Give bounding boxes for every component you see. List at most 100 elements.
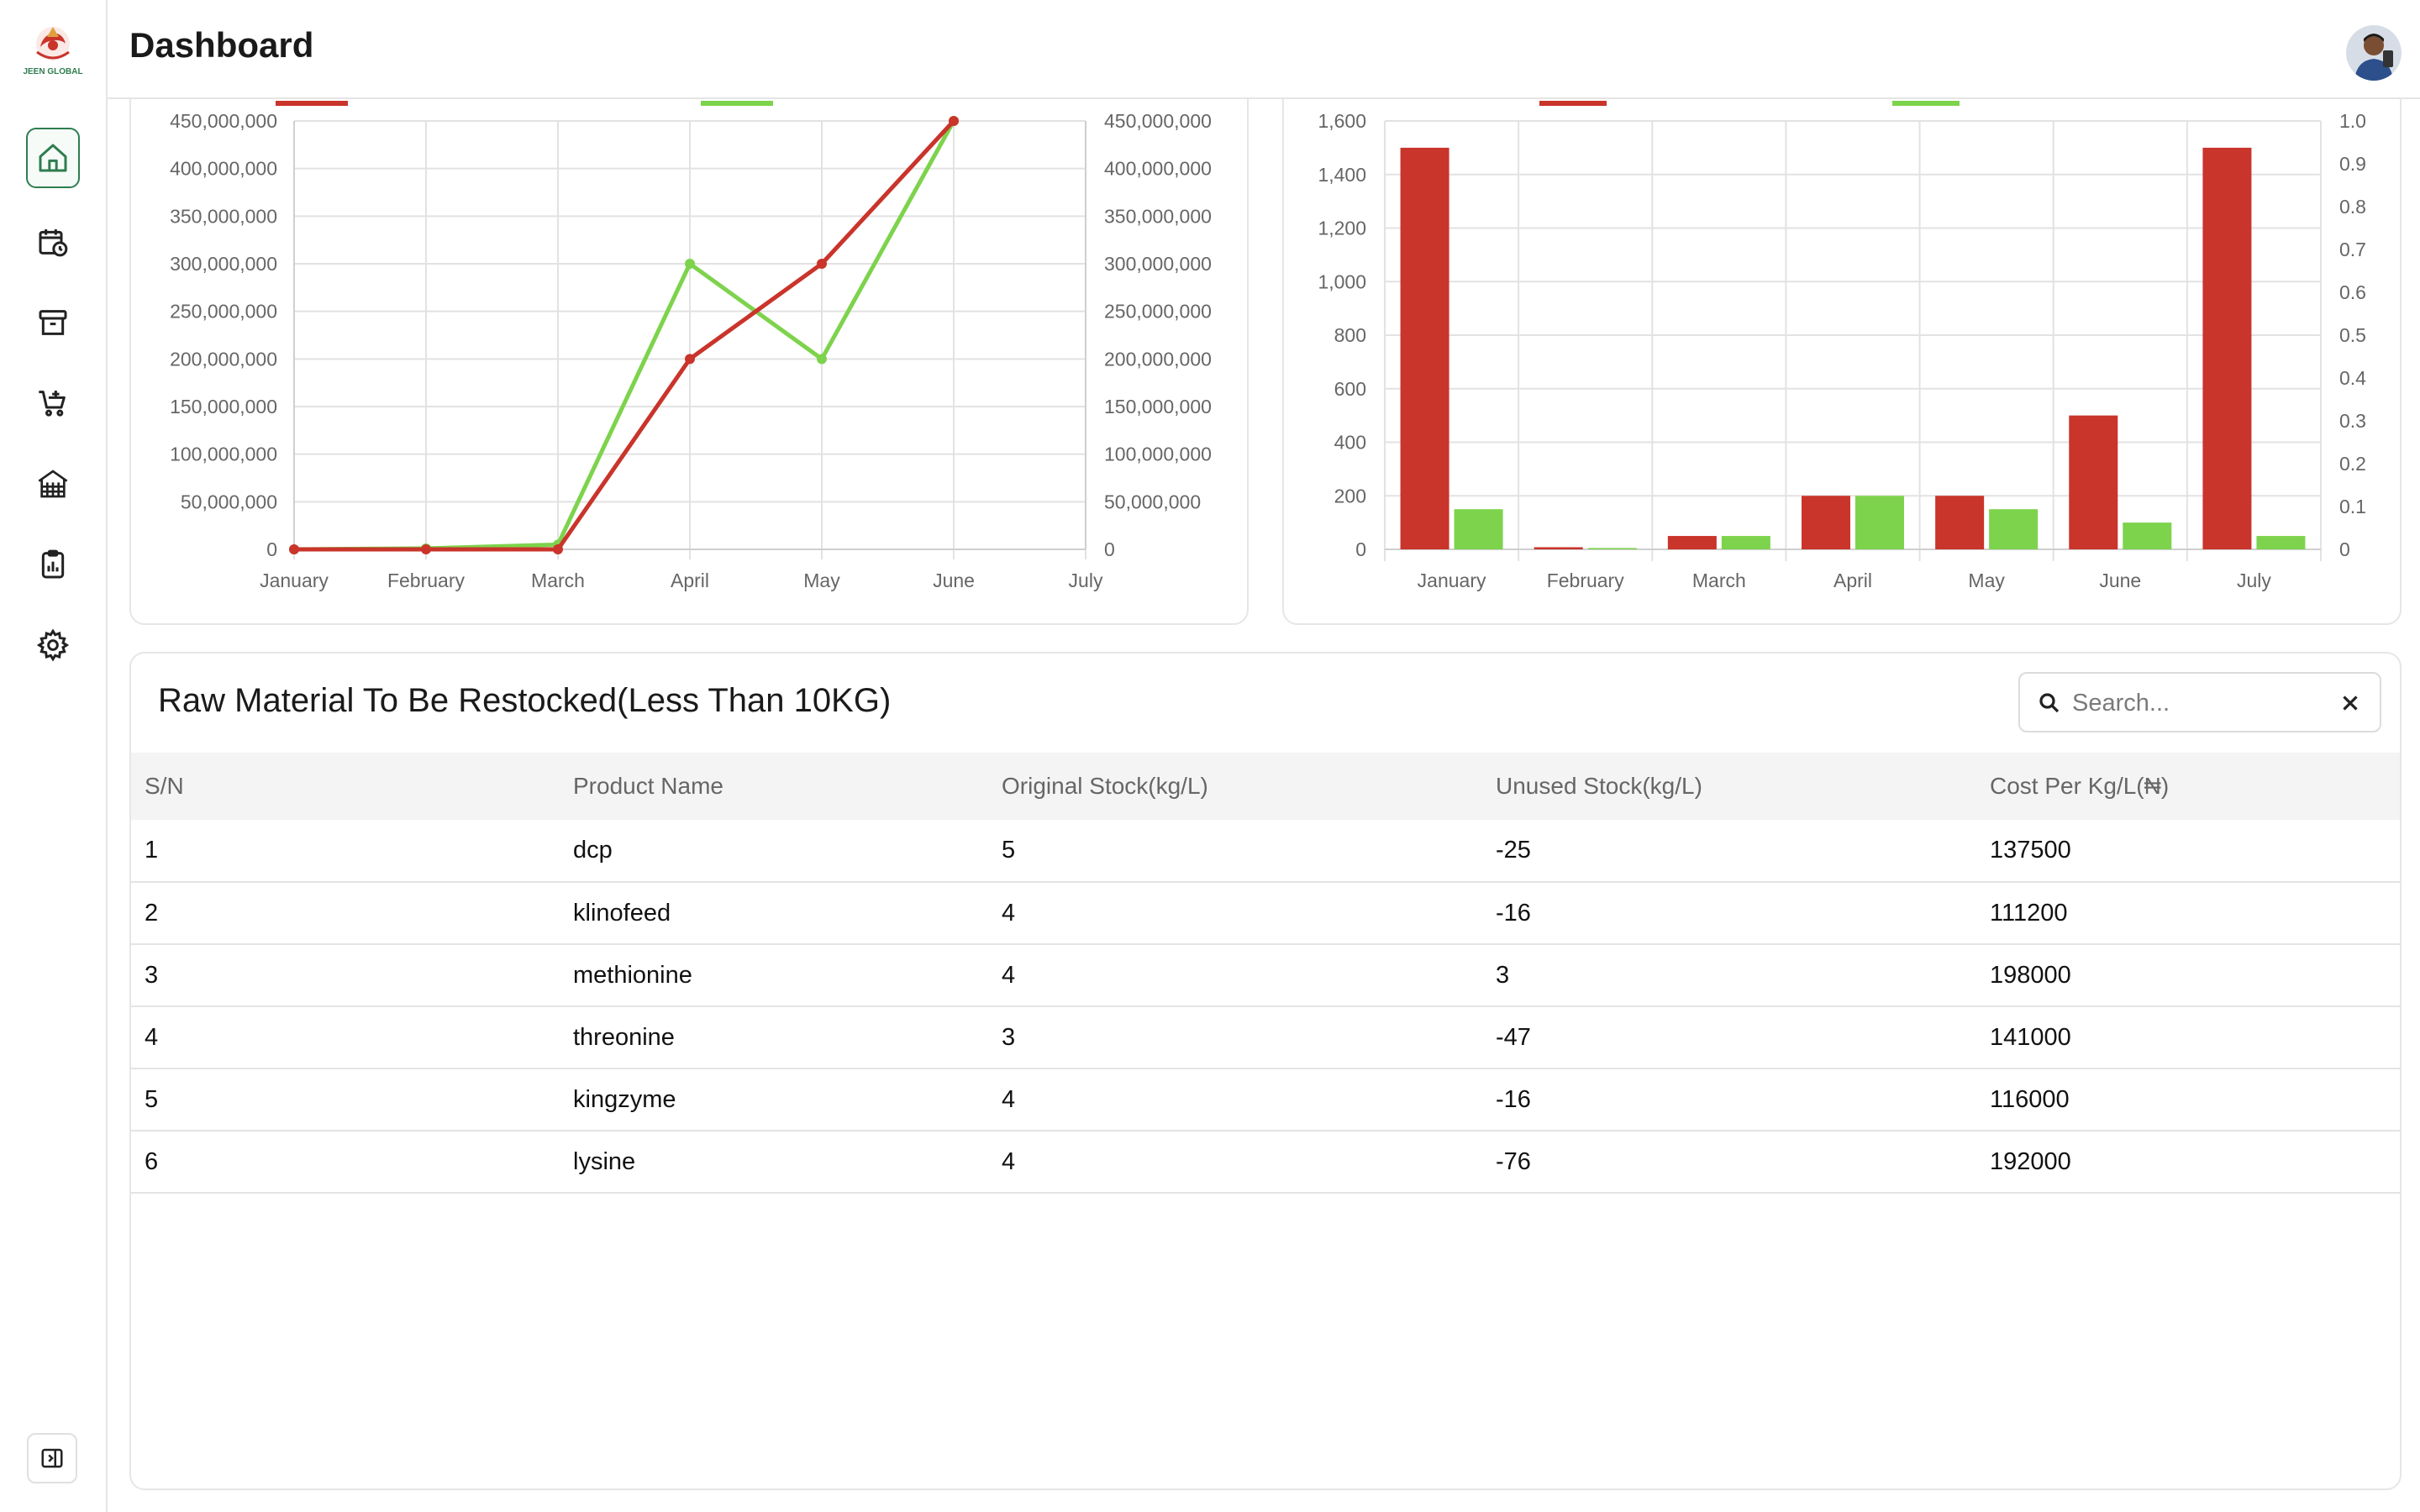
bar bbox=[2202, 147, 2252, 549]
nav-settings[interactable] bbox=[26, 615, 80, 675]
archive-icon bbox=[39, 310, 67, 335]
nav-poultry-house[interactable] bbox=[26, 454, 80, 514]
y2-tick-label: 150,000,000 bbox=[1104, 396, 1212, 417]
cart-add-icon bbox=[39, 391, 66, 417]
y2-tick-label: 350,000,000 bbox=[1104, 205, 1212, 227]
column-header-sn[interactable]: S/N bbox=[131, 753, 560, 820]
cell-sn: 5 bbox=[145, 1085, 159, 1113]
y-tick-label: 1,400 bbox=[1318, 164, 1366, 186]
cell-unused-stock: -47 bbox=[1496, 1023, 1531, 1051]
x-tick-label: February bbox=[1547, 570, 1625, 591]
bar-chart: 0 200 400 600 800 1,000 1,200 1,400 1,600 0 0.1 0.2… bbox=[1318, 101, 2366, 591]
bar bbox=[1935, 496, 1985, 549]
y-tick-label: 0 bbox=[266, 538, 277, 560]
table-row[interactable]: 2 klinofeed 4 -16 111200 bbox=[131, 882, 2400, 944]
company-logo[interactable]: JEEN GLOBAL bbox=[22, 22, 84, 79]
x-tick-label: April bbox=[671, 570, 709, 591]
y2-tick-label: 100,000,000 bbox=[1104, 444, 1212, 465]
calendar-clock-icon bbox=[39, 229, 68, 257]
y-tick-label: 1,200 bbox=[1318, 218, 1366, 239]
line-chart-card: 0 50,000,000 100,000,000 150,000,000 200,000… bbox=[129, 59, 1249, 625]
search-input[interactable] bbox=[2070, 684, 2326, 722]
cell-unused-stock: -16 bbox=[1496, 899, 1531, 927]
y-tick-label: 200 bbox=[1334, 485, 1366, 507]
cell-unused-stock: 3 bbox=[1496, 961, 1510, 989]
nav-schedule[interactable] bbox=[26, 212, 80, 272]
nav-reports[interactable] bbox=[26, 534, 80, 595]
nav-inventory[interactable] bbox=[26, 292, 80, 353]
table-row[interactable]: 1 dcp 5 -25 137500 bbox=[131, 820, 2400, 882]
column-header-original-stock[interactable]: Original Stock(kg/L) bbox=[988, 753, 1482, 820]
x-tick-label: June bbox=[933, 570, 975, 591]
bar bbox=[1802, 496, 1850, 549]
y-tick-label: 1,600 bbox=[1318, 110, 1366, 132]
table-row[interactable]: 5 kingzyme 4 -16 116000 bbox=[131, 1068, 2400, 1131]
bar bbox=[1989, 509, 2039, 549]
bar bbox=[1855, 496, 1904, 549]
data-point bbox=[817, 259, 827, 269]
y2-tick-label: 0.1 bbox=[2339, 496, 2366, 517]
avatar[interactable] bbox=[2346, 25, 2402, 81]
cell-unused-stock: -25 bbox=[1496, 837, 1531, 864]
x-tick-label: April bbox=[1833, 570, 1872, 591]
table-header-row: S/N Product Name Original Stock(kg/L) Un… bbox=[131, 753, 2400, 820]
y-tick-label: 450,000,000 bbox=[170, 110, 277, 132]
table-row[interactable]: 6 lysine 4 -76 192000 bbox=[131, 1131, 2400, 1193]
x-tick-label: February bbox=[387, 570, 466, 591]
cell-original-stock: 4 bbox=[1002, 1085, 1016, 1113]
y2-tick-label: 0.9 bbox=[2339, 153, 2366, 175]
bar bbox=[1454, 509, 1503, 549]
table-row[interactable]: 3 methionine 4 3 198000 bbox=[131, 944, 2400, 1006]
column-header-unused-stock[interactable]: Unused Stock(kg/L) bbox=[1482, 753, 1976, 820]
legend-swatch bbox=[1892, 101, 1960, 106]
y2-tick-label: 250,000,000 bbox=[1104, 301, 1212, 323]
gear-icon bbox=[36, 628, 70, 662]
y2-tick-label: 300,000,000 bbox=[1104, 253, 1212, 275]
data-point bbox=[685, 354, 695, 365]
cell-product-name: methionine bbox=[573, 961, 692, 989]
restock-table: S/N Product Name Original Stock(kg/L) Un… bbox=[131, 753, 2400, 1194]
series-line-2 bbox=[294, 119, 955, 552]
cell-sn: 6 bbox=[145, 1147, 159, 1175]
y2-tick-label: 0.2 bbox=[2339, 453, 2366, 475]
close-icon[interactable] bbox=[2338, 690, 2363, 716]
y2-tick-label: 0.8 bbox=[2339, 196, 2366, 218]
data-point bbox=[949, 116, 959, 126]
cell-cost: 116000 bbox=[1990, 1085, 2070, 1113]
x-tick-label: January bbox=[260, 570, 329, 591]
y2-tick-label: 0.4 bbox=[2339, 367, 2366, 389]
legend-swatch bbox=[276, 101, 348, 106]
x-tick-label: July bbox=[2237, 570, 2271, 591]
cell-sn: 4 bbox=[145, 1023, 159, 1051]
cell-sn: 2 bbox=[145, 899, 159, 927]
sidebar-collapse-button[interactable] bbox=[27, 1433, 77, 1483]
sidebar-collapse-icon bbox=[41, 1448, 63, 1468]
x-tick-label: January bbox=[1418, 570, 1486, 591]
bar bbox=[1534, 547, 1583, 549]
y2-tick-label: 0 bbox=[1104, 538, 1115, 560]
data-point bbox=[817, 354, 827, 365]
y2-tick-label: 0.3 bbox=[2339, 410, 2366, 432]
cell-cost: 141000 bbox=[1990, 1023, 2071, 1051]
y-tick-label: 150,000,000 bbox=[170, 396, 277, 417]
line-chart: 0 50,000,000 100,000,000 150,000,000 200,000… bbox=[170, 101, 1212, 591]
column-header-cost-per-unit[interactable]: Cost Per Kg/L(₦) bbox=[1976, 753, 2400, 820]
legend-swatch bbox=[1539, 101, 1607, 106]
y2-tick-label: 0.5 bbox=[2339, 324, 2366, 346]
sidebar: JEEN GLOBAL bbox=[0, 0, 108, 1512]
search-box[interactable] bbox=[2018, 672, 2381, 732]
y-tick-label: 50,000,000 bbox=[181, 491, 277, 512]
x-tick-label: March bbox=[531, 570, 585, 591]
cell-cost: 192000 bbox=[1990, 1147, 2071, 1175]
x-tick-label: May bbox=[803, 570, 840, 591]
cell-product-name: dcp bbox=[573, 837, 613, 864]
cell-product-name: klinofeed bbox=[573, 899, 671, 927]
cell-original-stock: 4 bbox=[1002, 961, 1016, 989]
column-header-product-name[interactable]: Product Name bbox=[560, 753, 988, 820]
nav-purchases[interactable] bbox=[26, 373, 80, 433]
cell-cost: 137500 bbox=[1990, 837, 2071, 864]
nav-home[interactable] bbox=[26, 128, 80, 188]
y-tick-label: 0 bbox=[1355, 538, 1366, 560]
table-row[interactable]: 4 threonine 3 -47 141000 bbox=[131, 1006, 2400, 1068]
y-tick-label: 250,000,000 bbox=[170, 301, 277, 323]
